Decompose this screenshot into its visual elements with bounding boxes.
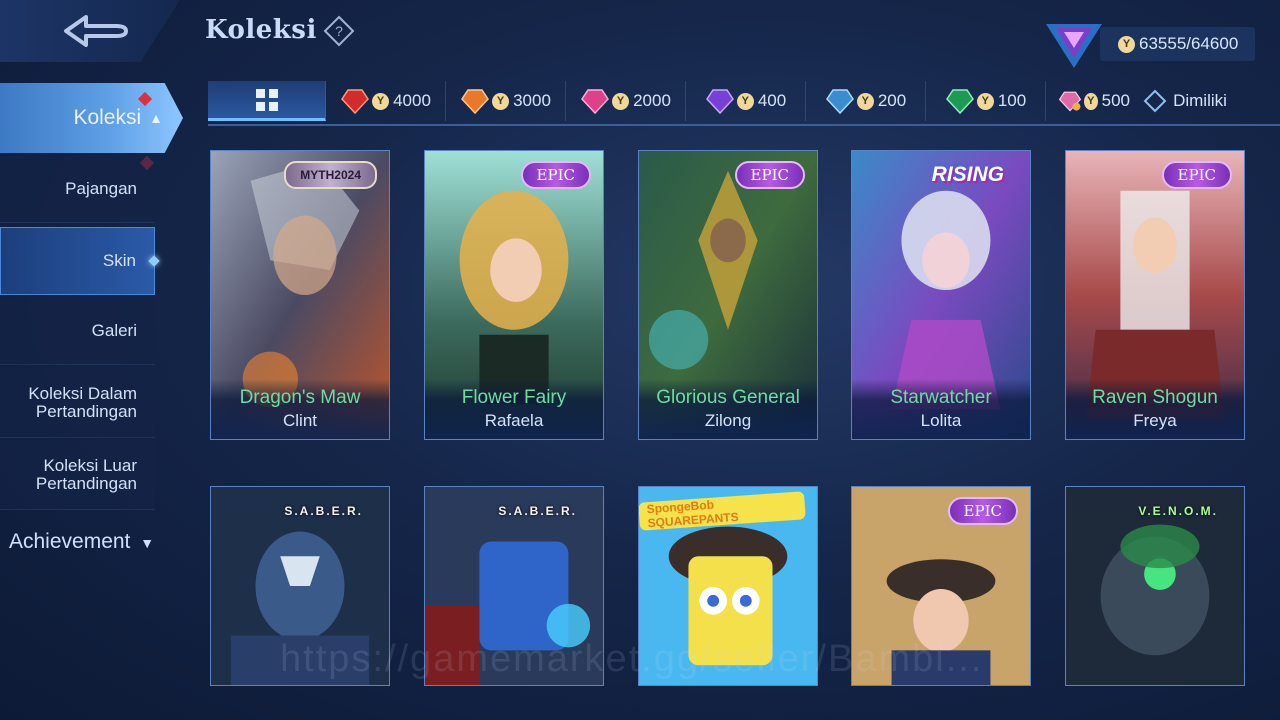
gem-green-icon [945,89,974,115]
sidebar-item-skin[interactable]: Skin [0,227,160,295]
skin-card[interactable]: EPIC Flower Fairy Rafaela [424,150,604,440]
page-title: Koleksi [205,15,317,45]
back-arrow-icon [64,15,128,47]
rank-emblem-icon [1046,24,1102,68]
gem-blue-icon [825,89,854,115]
tab-price-2000[interactable]: Y 2000 [566,81,686,121]
skin-card[interactable]: EPIC Glorious General Zilong [638,150,818,440]
back-button[interactable] [0,0,180,62]
sidebar-item-label: Koleksi Dalam Pertandingan [28,383,137,421]
skin-card[interactable]: V.E.N.O.M. [1065,486,1245,686]
price-label: 2000 [633,91,671,110]
hero-name: Freya [1133,411,1177,430]
price-label: 3000 [513,91,551,110]
rarity-badge: MYTH2024 [284,161,377,189]
tab-price-4000[interactable]: Y 4000 [326,81,446,121]
skin-card[interactable]: EPIC Raven Shogun Freya [1065,150,1245,440]
gem-pink-icon [581,89,610,115]
owned-filter-toggle[interactable]: Dimiliki [1130,81,1240,121]
price-label: 100 [997,91,1027,110]
coin-icon: Y [736,92,754,110]
hero-name: Clint [282,411,317,430]
svg-text:?: ? [335,23,343,39]
sidebar-item-koleksi-dalam[interactable]: Koleksi Dalam Pertandingan [0,368,155,438]
rarity-badge: EPIC [520,161,591,189]
price-label: 400 [757,91,787,110]
tab-price-500[interactable]: Y 500 [1046,81,1130,121]
coin-icon: Y [976,92,994,110]
skin-card[interactable]: RISING Starwatcher Lolita [851,150,1031,440]
coin-icon: Y [372,92,390,110]
rarity-badge: S.A.B.E.R. [498,504,577,518]
diamond-outline-icon [1143,89,1167,113]
rarity-badge: S.A.B.E.R. [284,504,363,518]
sidebar-item-label: Skin [102,251,136,270]
rarity-badge: EPIC [1161,161,1232,189]
sidebar-main-koleksi[interactable]: Koleksi ▲ [0,83,183,153]
sidebar-item-koleksi-luar[interactable]: Koleksi Luar Pertandingan [0,440,155,510]
chevron-down-icon: ▼ [140,535,155,551]
sidebar-achievement[interactable]: Achievement ▼ [9,530,154,554]
sidebar-item-galeri[interactable]: Galeri [0,297,155,365]
coin-icon: Y [1084,92,1098,110]
coin-icon: Y [492,92,510,110]
coin-icon: Y [1118,35,1135,53]
chevron-up-icon: ▲ [149,110,163,126]
skin-name: Raven Shogun [1092,387,1218,408]
sidebar-main-label: Koleksi [73,106,142,129]
tab-price-100[interactable]: Y 100 [926,81,1046,121]
rarity-badge: EPIC [947,497,1018,525]
active-indicator-icon [148,255,160,267]
gem-purple-icon [705,89,734,115]
hero-name: Lolita [920,411,962,430]
grid-icon [255,88,278,111]
price-filter-bar: Y 4000 Y 3000 Y 2000 Y 400 Y 200 Y 100 Y 500 Di… [208,79,1280,123]
skin-name: Dragon's Maw [239,387,361,408]
gem-orange-icon [461,89,490,115]
price-label: 200 [877,91,907,110]
sidebar-item-label: Galeri [91,320,137,340]
rarity-badge: RISING [931,163,1004,186]
price-label: 4000 [393,91,431,110]
tab-price-200[interactable]: Y 200 [806,81,926,121]
coin-icon: Y [856,92,874,110]
coin-icon: Y [612,92,630,110]
skin-name: Starwatcher [890,387,992,408]
hero-name: Zilong [704,411,752,430]
tab-price-400[interactable]: Y 400 [686,81,806,121]
tab-price-3000[interactable]: Y 3000 [446,81,566,121]
currency-display: Y 63555/64600 [1100,27,1255,61]
owned-label: Dimiliki [1173,91,1227,110]
skin-card[interactable]: MYTH2024 Dragon's Maw Clint [210,150,390,440]
rarity-badge: V.E.N.O.M. [1138,504,1218,518]
tab-all[interactable] [208,81,326,121]
sidebar-item-pajangan[interactable]: Pajangan [0,155,155,223]
sidebar-item-label: Pajangan [65,178,137,198]
skin-name: Glorious General [656,387,800,408]
help-icon[interactable]: ? [323,15,355,47]
currency-value: 63555/64600 [1139,34,1239,53]
filter-underline [208,124,1280,126]
rarity-badge: EPIC [734,161,805,189]
achievement-label: Achievement [9,530,131,553]
sidebar-item-label: Koleksi Luar Pertandingan [35,455,137,493]
watermark: https://gamemarket.gg/seller/Bambi... [280,638,984,680]
hero-name: Rafaela [484,411,544,430]
skin-name: Flower Fairy [461,387,567,408]
price-label: 500 [1101,91,1130,110]
gem-multicolor-icon [1058,91,1082,112]
gem-red-icon [341,89,370,115]
